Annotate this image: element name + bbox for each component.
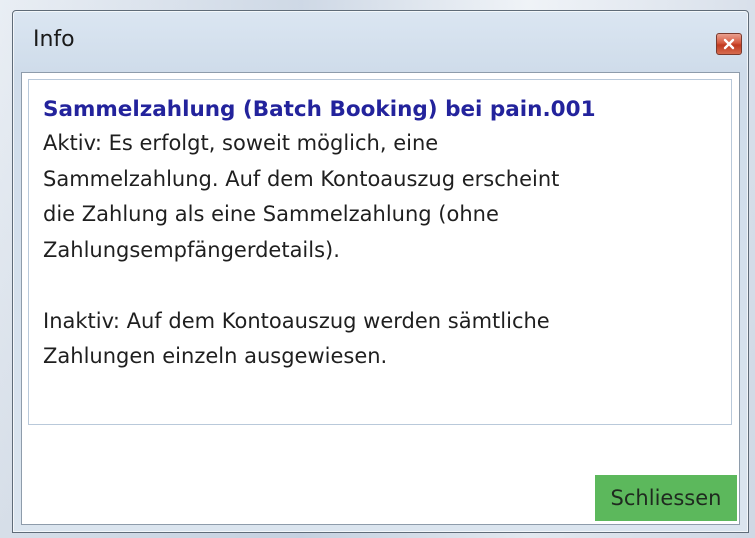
title-bar[interactable]: Info xyxy=(13,11,748,73)
message-paragraph-inactive: Inaktiv: Auf dem Kontoauszug werden sämt… xyxy=(43,308,550,369)
info-dialog: Info Sammelzahlung (Batch Booking) bei p… xyxy=(12,10,749,533)
schliessen-button[interactable]: Schliessen xyxy=(595,475,737,521)
message-paragraph-active: Aktiv: Es erfolgt, soweit möglich, eine … xyxy=(43,131,560,262)
dialog-footer: Schliessen xyxy=(22,430,739,524)
dialog-content: Sammelzahlung (Batch Booking) bei pain.0… xyxy=(21,72,740,525)
message-heading: Sammelzahlung (Batch Booking) bei pain.0… xyxy=(43,97,596,122)
close-icon xyxy=(723,38,735,50)
window-close-button[interactable] xyxy=(716,33,742,55)
message-panel: Sammelzahlung (Batch Booking) bei pain.0… xyxy=(28,79,732,425)
window-title: Info xyxy=(33,27,75,52)
